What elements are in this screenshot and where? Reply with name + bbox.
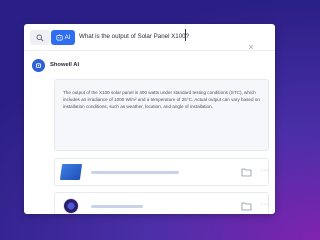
search-panel: AI What is the output of Solar Panel X10… (24, 24, 275, 214)
search-bar: AI What is the output of Solar Panel X10… (24, 24, 275, 52)
search-icon (36, 34, 44, 42)
assistant-header: Showell AI (32, 58, 79, 72)
text-cursor (185, 29, 186, 41)
ai-mode-label: AI (64, 34, 71, 41)
result-title-placeholder (91, 171, 179, 174)
folder-icon[interactable] (241, 167, 252, 177)
result-thumbnail (64, 199, 78, 213)
assistant-answer: The output of the X100 solar panel is 40… (54, 79, 269, 151)
assistant-name: Showell AI (50, 62, 80, 68)
more-options-icon[interactable]: ··· (261, 201, 270, 208)
result-card[interactable]: ··· (54, 192, 269, 214)
more-options-icon[interactable]: ··· (261, 167, 270, 174)
ai-sparkle-icon (56, 34, 63, 41)
showell-logo-icon (32, 58, 45, 72)
search-button[interactable] (30, 30, 50, 45)
result-card[interactable]: ··· (54, 158, 269, 186)
result-thumbnail (59, 164, 83, 180)
result-title-placeholder (91, 205, 143, 208)
folder-icon[interactable] (241, 201, 252, 211)
ai-mode-button[interactable]: AI (51, 30, 75, 45)
divider (24, 50, 275, 51)
search-input[interactable]: What is the output of Solar Panel X100? (79, 33, 189, 40)
